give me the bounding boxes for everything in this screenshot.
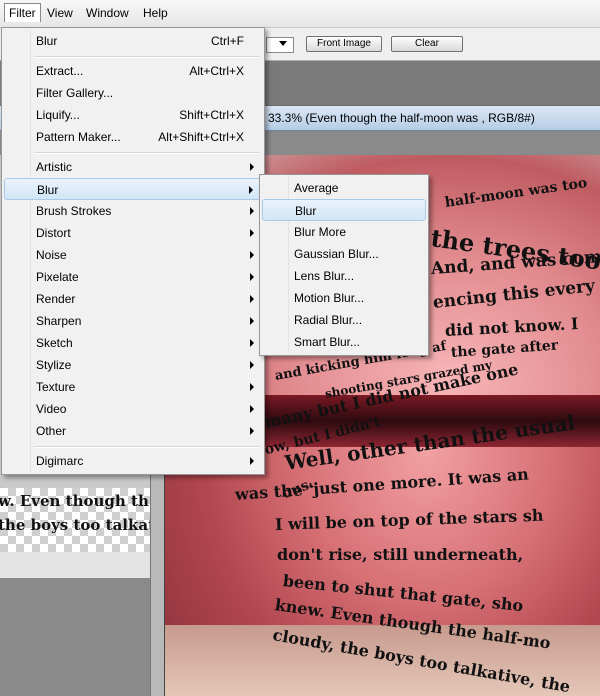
menu-item-label: Digimarc (36, 454, 84, 468)
submenu-item-label: Blur (295, 204, 317, 218)
submenu-item-smart-blur[interactable]: Smart Blur... (262, 331, 426, 353)
menu-item-liquify[interactable]: Liquify... Shift+Ctrl+X (4, 104, 262, 126)
menu-item-label: Render (36, 292, 76, 306)
menu-item-label: Filter Gallery... (36, 86, 114, 100)
menu-item-label: Distort (36, 226, 71, 240)
menu-item-other[interactable]: Other (4, 420, 262, 442)
left-text-line: the boys too talkat (0, 516, 150, 534)
submenu-item-label: Gaussian Blur... (294, 247, 379, 261)
menu-item-sketch[interactable]: Sketch (4, 332, 262, 354)
menu-item-shortcut: Shift+Ctrl+X (179, 108, 244, 122)
submenu-arrow-icon (250, 229, 254, 237)
menu-item-label: Artistic (36, 160, 72, 174)
submenu-item-label: Lens Blur... (294, 269, 355, 283)
front-image-button[interactable]: Front Image (306, 36, 382, 52)
menu-item-extract[interactable]: Extract... Alt+Ctrl+X (4, 60, 262, 82)
menu-item-label: Liquify... (36, 108, 80, 122)
menu-item-brush-strokes[interactable]: Brush Strokes (4, 200, 262, 222)
submenu-arrow-icon (250, 295, 254, 303)
menu-separator (34, 446, 260, 448)
menu-item-label: Blur (36, 34, 58, 48)
menu-item-noise[interactable]: Noise (4, 244, 262, 266)
menu-item-artistic[interactable]: Artistic (4, 156, 262, 178)
submenu-item-lens-blur[interactable]: Lens Blur... (262, 265, 426, 287)
menu-item-shortcut: Alt+Shift+Ctrl+X (158, 130, 244, 144)
submenu-item-label: Blur More (294, 225, 347, 239)
submenu-item-blur[interactable]: Blur (262, 199, 426, 221)
menu-item-pixelate[interactable]: Pixelate (4, 266, 262, 288)
menu-item-video[interactable]: Video (4, 398, 262, 420)
submenu-item-motion-blur[interactable]: Motion Blur... (262, 287, 426, 309)
menu-item-shortcut: Ctrl+F (211, 34, 244, 48)
left-panel-footer (0, 552, 150, 578)
menu-item-label: Stylize (36, 358, 72, 372)
submenu-arrow-icon (250, 273, 254, 281)
chevron-down-icon (279, 41, 287, 46)
menu-item-distort[interactable]: Distort (4, 222, 262, 244)
submenu-item-blur-more[interactable]: Blur More (262, 221, 426, 243)
submenu-item-radial-blur[interactable]: Radial Blur... (262, 309, 426, 331)
submenu-arrow-icon (250, 405, 254, 413)
menu-item-label: Other (36, 424, 67, 438)
menu-item-label: Sharpen (36, 314, 82, 328)
menu-item-blur[interactable]: Blur (4, 178, 262, 200)
menu-item-texture[interactable]: Texture (4, 376, 262, 398)
left-document-canvas[interactable]: w. Even though th the boys too talkat (0, 488, 150, 552)
menu-view[interactable]: View (47, 6, 73, 20)
submenu-item-average[interactable]: Average (262, 177, 426, 199)
left-panel-background (0, 578, 150, 696)
document-title: 33.3% (Even though the half-moon was , R… (268, 111, 535, 125)
menu-separator (34, 56, 260, 58)
filter-menu: Blur Ctrl+F Extract... Alt+Ctrl+X Filter… (1, 27, 265, 475)
menu-item-label: Extract... (36, 64, 84, 78)
canvas-text-line: don't rise, still underneath, (277, 545, 524, 564)
menu-item-label: Sketch (36, 336, 73, 350)
menu-item-label: Pattern Maker... (36, 130, 121, 144)
menu-item-label: Video (36, 402, 67, 416)
canvas-text-line: I will be on top of the stars sh (274, 505, 544, 534)
submenu-arrow-icon (250, 339, 254, 347)
submenu-arrow-icon (250, 457, 254, 465)
menu-item-sharpen[interactable]: Sharpen (4, 310, 262, 332)
menu-item-label: Brush Strokes (36, 204, 112, 218)
menu-filter[interactable]: Filter (4, 3, 41, 22)
clear-button[interactable]: Clear (391, 36, 463, 52)
submenu-arrow-icon (250, 427, 254, 435)
menu-item-filter-gallery[interactable]: Filter Gallery... (4, 82, 262, 104)
submenu-item-label: Radial Blur... (294, 313, 363, 327)
menu-item-stylize[interactable]: Stylize (4, 354, 262, 376)
menu-item-digimarc[interactable]: Digimarc (4, 450, 262, 472)
submenu-item-label: Average (294, 181, 339, 195)
blur-submenu: Average Blur Blur More Gaussian Blur... … (259, 174, 429, 356)
options-dropdown[interactable] (266, 37, 294, 53)
menu-item-label: Texture (36, 380, 76, 394)
menu-item-label: Blur (37, 183, 59, 197)
submenu-arrow-icon (249, 186, 253, 194)
submenu-item-gaussian-blur[interactable]: Gaussian Blur... (262, 243, 426, 265)
canvas-text-line: was the 'just one more. It was an (234, 464, 530, 504)
menu-window[interactable]: Window (86, 6, 129, 20)
menu-item-render[interactable]: Render (4, 288, 262, 310)
menu-help[interactable]: Help (143, 6, 168, 20)
submenu-arrow-icon (250, 361, 254, 369)
menu-item-pattern-maker[interactable]: Pattern Maker... Alt+Shift+Ctrl+X (4, 126, 262, 148)
submenu-arrow-icon (250, 251, 254, 259)
left-text-line: w. Even though th (0, 492, 149, 510)
menu-item-shortcut: Alt+Ctrl+X (189, 64, 244, 78)
menu-item-label: Noise (36, 248, 67, 262)
menu-bar: Filter View Window Help (0, 0, 600, 28)
submenu-item-label: Smart Blur... (294, 335, 361, 349)
submenu-arrow-icon (250, 383, 254, 391)
submenu-arrow-icon (250, 207, 254, 215)
menu-separator (34, 152, 260, 154)
submenu-arrow-icon (250, 163, 254, 171)
menu-item-label: Pixelate (36, 270, 79, 284)
submenu-item-label: Motion Blur... (294, 291, 365, 305)
submenu-arrow-icon (250, 317, 254, 325)
menu-item-last-filter[interactable]: Blur Ctrl+F (4, 30, 262, 52)
